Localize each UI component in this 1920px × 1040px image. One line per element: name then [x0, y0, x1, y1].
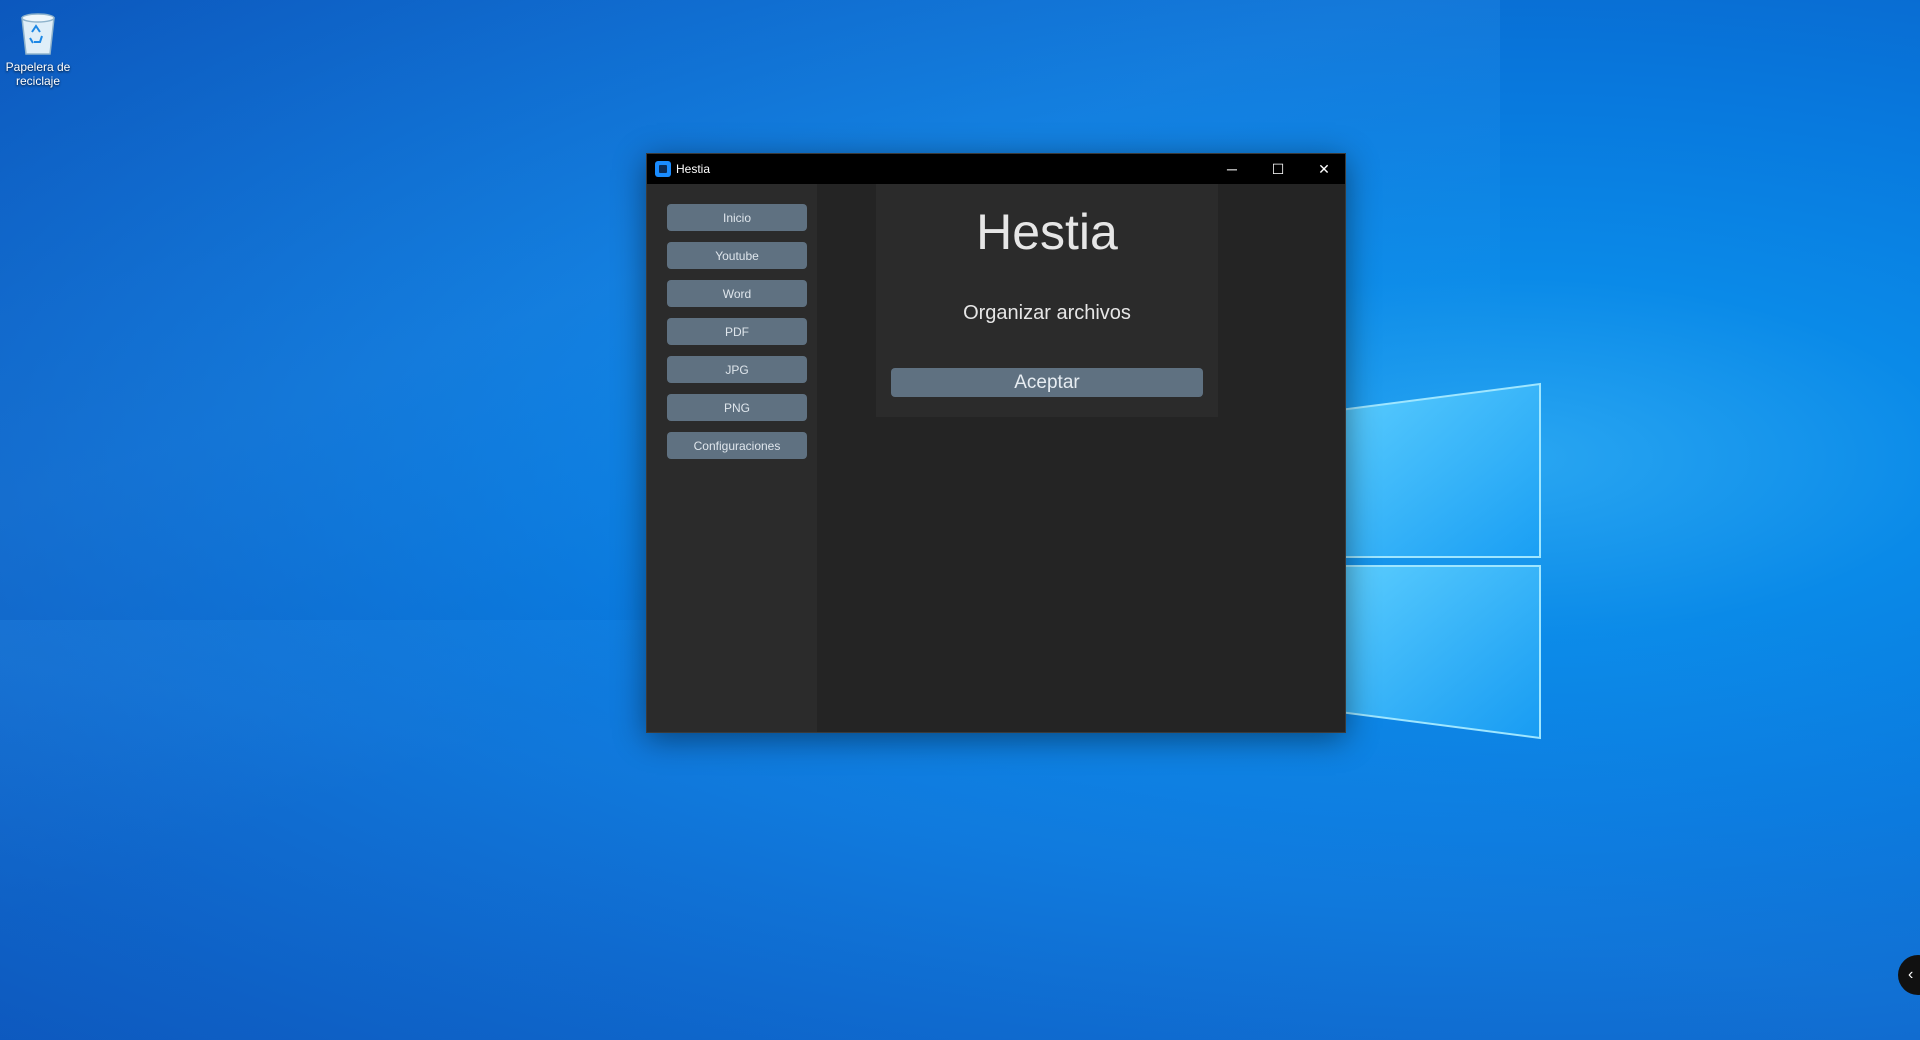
sidebar-item-inicio[interactable]: Inicio	[667, 204, 807, 231]
windows-logo-icon	[1339, 382, 1541, 740]
desktop-icon-label: Papelera de reciclaje	[5, 60, 71, 88]
sidebar-item-pdf[interactable]: PDF	[667, 318, 807, 345]
window-title: Hestia	[676, 162, 711, 176]
desktop: Papelera de reciclaje Hestia ─ ☐ ✕ Inici…	[0, 0, 1920, 1040]
minimize-button[interactable]: ─	[1209, 154, 1255, 184]
sidebar-item-configuraciones[interactable]: Configuraciones	[667, 432, 807, 459]
main-panel: Hestia Organizar archivos Aceptar	[817, 184, 1345, 732]
page-title: Hestia	[976, 204, 1118, 260]
sidebar: Inicio Youtube Word PDF JPG PNG Configur…	[647, 184, 817, 732]
chevron-left-icon: ‹	[1908, 966, 1914, 983]
home-card: Hestia Organizar archivos Aceptar	[876, 184, 1218, 417]
close-button[interactable]: ✕	[1301, 154, 1347, 184]
sidebar-item-youtube[interactable]: Youtube	[667, 242, 807, 269]
sidebar-item-png[interactable]: PNG	[667, 394, 807, 421]
maximize-button[interactable]: ☐	[1255, 154, 1301, 184]
hestia-window: Hestia ─ ☐ ✕ Inicio Youtube Word PDF JPG…	[646, 153, 1346, 733]
app-icon	[655, 161, 671, 177]
sidebar-item-word[interactable]: Word	[667, 280, 807, 307]
accept-button[interactable]: Aceptar	[891, 368, 1203, 397]
recycle-bin-icon	[16, 6, 60, 58]
page-subtitle: Organizar archivos	[963, 302, 1131, 324]
edge-panel-tab[interactable]: ‹	[1898, 955, 1920, 995]
window-titlebar[interactable]: Hestia ─ ☐ ✕	[647, 154, 1345, 184]
sidebar-item-jpg[interactable]: JPG	[667, 356, 807, 383]
desktop-icon-recycle-bin[interactable]: Papelera de reciclaje	[4, 6, 72, 88]
